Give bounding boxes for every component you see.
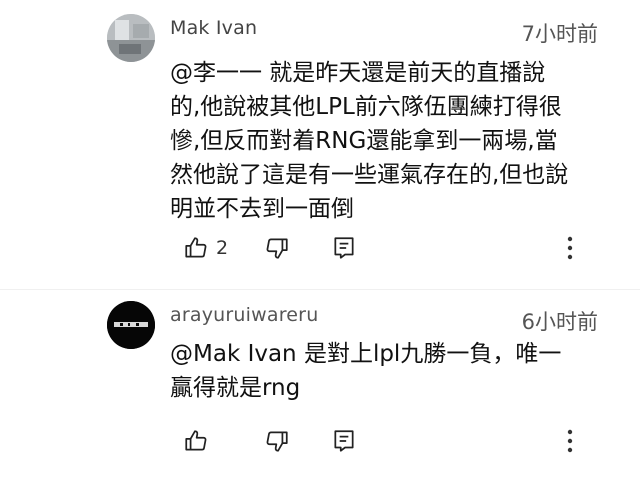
avatar[interactable] xyxy=(107,301,155,349)
reply-icon xyxy=(334,430,354,452)
avatar[interactable] xyxy=(107,14,155,62)
reply-icon xyxy=(334,237,354,259)
comment-text: @李一一 就是昨天還是前天的直播說 的,他說被其他LPL前六隊伍團練打得很 慘,… xyxy=(170,60,569,222)
comment-author[interactable]: arayuruiwareru xyxy=(170,304,318,326)
dislike-button[interactable] xyxy=(264,428,290,454)
comment-timestamp: 6小时前 xyxy=(521,310,598,334)
comment-timestamp: 7小时前 xyxy=(521,22,598,46)
thumbs-down-icon xyxy=(266,238,288,259)
like-count: 2 xyxy=(216,237,229,259)
more-options-button[interactable] xyxy=(565,426,575,456)
comment-1: Mak Ivan 7小时前 @李一一 就是昨天還是前天的直播說 的,他說被其他L… xyxy=(0,0,640,290)
reply-button[interactable] xyxy=(331,428,357,454)
thumbs-up-icon xyxy=(185,237,207,258)
thumbs-up-icon xyxy=(185,430,207,451)
more-vertical-icon xyxy=(567,429,573,453)
thumbs-down-icon xyxy=(266,431,288,452)
more-options-button[interactable] xyxy=(565,233,575,263)
reply-button[interactable] xyxy=(331,235,357,261)
comment-2: arayuruiwareru 6小时前 @Mak Ivan 是對上lpl九勝一負… xyxy=(0,290,640,482)
more-vertical-icon xyxy=(567,236,573,260)
comment-author[interactable]: Mak Ivan xyxy=(170,17,257,39)
like-button[interactable] xyxy=(183,235,209,261)
dislike-button[interactable] xyxy=(264,235,290,261)
like-button[interactable] xyxy=(183,428,209,454)
comment-text: @Mak Ivan 是對上lpl九勝一負，唯一 贏得就是rng xyxy=(170,341,562,401)
